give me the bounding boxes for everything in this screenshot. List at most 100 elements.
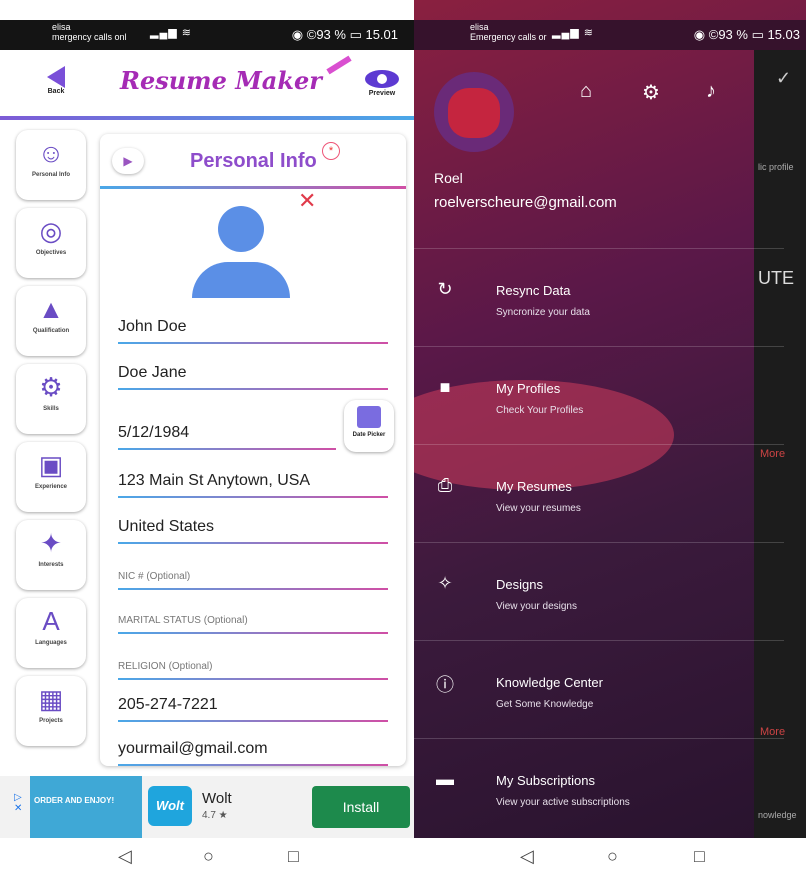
interests-icon: ✦ [40,528,62,558]
carrier-text: elisa Emergency calls or [470,22,547,42]
calendar-icon [357,406,381,428]
menu-item-resumes[interactable]: ⎙ My Resumes View your resumes [414,444,784,542]
info-icon: ⓘ [436,675,454,695]
email-field[interactable]: yourmail@gmail.com [118,736,388,766]
back-label: Back [47,88,65,95]
avatar[interactable] [218,206,264,252]
back-nav-icon[interactable]: ◁ [520,846,534,867]
phone-field[interactable]: 205-274-7221 [118,692,388,722]
field-placeholder: MARITAL STATUS (Optional) [118,615,248,626]
menu-item-subtitle: View your active subscriptions [496,797,630,808]
ad-rating: 4.7 ★ [202,810,228,821]
section-sidebar: ☺ Personal Info ◎ Objectives ▲ Qualificatio… [16,130,86,754]
wallet-icon: ▬ [436,769,454,789]
sidebar-item-label: Projects [39,718,63,724]
status-bar: elisa Emergency calls or ▂▄▆ ≋ ◉ ©93 % ▭ … [414,20,806,50]
address-field[interactable]: 123 Main St Anytown, USA [118,468,388,498]
hippo-icon [448,88,500,138]
user-name: Roel [434,170,463,186]
marital-status-field[interactable]: MARITAL STATUS (Optional) [118,604,388,634]
sidebar-item-projects[interactable]: ▦ Projects [16,676,86,746]
field-value: yourmail@gmail.com [118,740,268,757]
date-picker-label: Date Picker [352,432,386,438]
back-arrow-icon [47,66,65,88]
signal-icon: ▂▄▆ ≋ [552,27,594,39]
projects-icon: ▦ [38,684,64,714]
menu-item-designs[interactable]: ✧ Designs View your designs [414,542,784,640]
field-value: 5/12/1984 [118,424,190,441]
bell-icon[interactable]: ♪ [706,80,716,103]
name-field[interactable]: John Doe [118,314,388,344]
sidebar-item-label: Objectives [35,250,67,256]
menu-item-subscriptions[interactable]: ▬ My Subscriptions View your active subscr… [414,738,784,836]
skills-icon: ⚙ [39,372,63,402]
system-nav-bar: ◁ ○ □ [0,838,414,875]
sidebar-item-skills[interactable]: ⚙ Skills [16,364,86,434]
avatar-body[interactable] [192,262,290,298]
menu-item-resync[interactable]: ↻ Resync Data Syncronize your data [414,248,784,346]
remove-photo-icon[interactable]: ✕ [298,188,316,214]
sidebar-item-label: Experience [34,484,68,490]
menu-item-knowledge[interactable]: ⓘ Knowledge Center Get Some Knowledge [414,640,784,738]
field-placeholder: NIC # (Optional) [118,571,191,582]
sidebar-item-qualification[interactable]: ▲ Qualification [16,286,86,356]
menu-item-title: Resync Data [496,283,571,298]
home-nav-icon[interactable]: ○ [203,846,214,867]
recents-nav-icon[interactable]: □ [694,846,705,867]
video-icon[interactable]: ▶ [112,148,144,174]
status-right: ◉ ©93 % ▭ 15.01 [291,27,398,42]
install-button[interactable]: Install [312,786,410,828]
ad-choices-icon[interactable]: ▷ ✕ [14,792,22,814]
field-value: John Doe [118,318,187,335]
menu-item-subtitle: View your resumes [496,503,581,514]
menu-item-title: My Profiles [496,381,561,396]
date-picker-button[interactable]: Date Picker [344,400,394,452]
back-nav-icon[interactable]: ◁ [118,846,132,867]
nic-field[interactable]: NIC # (Optional) [118,560,388,590]
sidebar-item-interests[interactable]: ✦ Interests [16,520,86,590]
ad-banner[interactable]: ▷ ✕ ORDER AND ENJOY! Wolt Wolt 4.7 ★ Inst… [0,776,414,838]
sidebar-item-label: Languages [35,640,67,646]
briefcase-icon: ▣ [38,450,64,480]
back-button[interactable]: Back [40,66,72,95]
menu-item-subtitle: Check Your Profiles [496,405,584,416]
graduation-cap-icon: ▲ [38,294,64,324]
header-divider [0,116,414,120]
sidebar-item-languages[interactable]: A Languages [16,598,86,668]
father-name-field[interactable]: Doe Jane [118,360,388,390]
card-divider [100,186,406,189]
country-field[interactable]: United States [118,514,388,544]
eye-icon [365,70,399,88]
avatar[interactable] [434,72,514,152]
field-value: 205-274-7221 [118,696,218,713]
recents-nav-icon[interactable]: □ [288,846,299,867]
sidebar-item-objectives[interactable]: ◎ Objectives [16,208,86,278]
home-icon[interactable]: ⌂ [580,80,592,103]
preview-label: Preview [368,90,396,97]
field-placeholder: RELIGION (Optional) [118,661,213,672]
menu-item-profiles[interactable]: ■ My Profiles Check Your Profiles [414,346,784,444]
ad-image[interactable]: ORDER AND ENJOY! [30,776,142,838]
sidebar-item-label: Interests [38,562,64,568]
home-nav-icon[interactable]: ○ [607,846,618,867]
gear-icon[interactable]: ⚙ [642,80,660,105]
preview-button[interactable]: Preview [362,62,402,97]
right-screen: elisa Emergency calls or ▂▄▆ ≋ ◉ ©93 % ▭ … [414,0,806,875]
menu-item-title: My Resumes [496,479,572,494]
ad-title: Wolt [202,790,232,807]
document-icon: ⎙ [437,475,453,495]
sidebar-item-personal-info[interactable]: ☺ Personal Info [16,130,86,200]
left-screen: elisa mergency calls onl ▂▄▆ ≋ ◉ ©93 % ▭ … [0,0,414,875]
field-value: United States [118,518,215,535]
system-nav-bar: ◁ ○ □ [414,838,806,875]
religion-field[interactable]: RELIGION (Optional) [118,650,388,680]
status-right: ◉ ©93 % ▭ 15.03 [693,27,800,42]
profile-card-icon: ■ [439,377,451,397]
personal-info-card: ▶ Personal Info * ✕ John Doe Doe Jane 5/… [100,134,406,766]
app-logo: Resume Maker [120,55,352,95]
sidebar-item-experience[interactable]: ▣ Experience [16,442,86,512]
languages-icon: A [42,606,60,636]
ad-logo[interactable]: Wolt [148,786,192,826]
dob-field[interactable]: 5/12/1984 [118,420,336,450]
menu-item-title: Designs [496,577,543,592]
